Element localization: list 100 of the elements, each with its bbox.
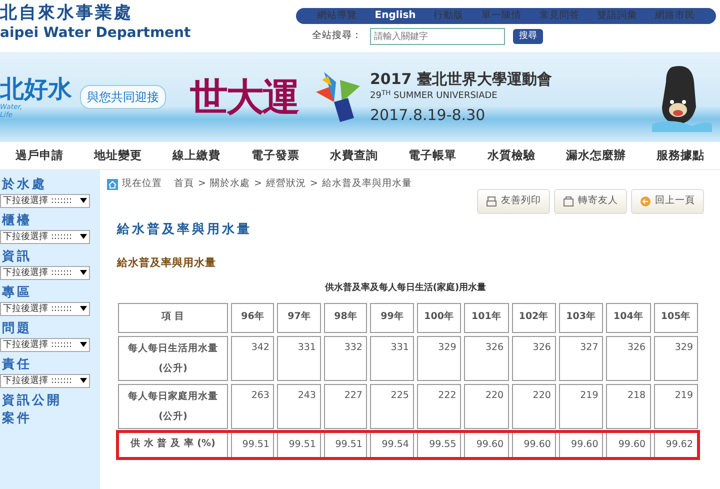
column-header: 99年 [370, 302, 414, 332]
sidebar-heading[interactable]: 責任 [2, 356, 100, 372]
table-cell: 331 [277, 336, 321, 380]
table-cell: 243 [277, 384, 321, 428]
row-label: 每人每日生活用水量 (公升) [118, 336, 228, 380]
table-cell: 99.55 [416, 432, 462, 458]
table-cell: 99.60 [606, 432, 651, 458]
sidebar-heading[interactable]: 案件 [2, 410, 100, 426]
print-button[interactable]: 友善列印 [477, 189, 550, 214]
universiade-logo-icon [314, 72, 362, 122]
event-title: 2017 臺北世界大學運動會 [370, 68, 552, 90]
event-name: 世大運 [190, 74, 298, 120]
nav-link[interactable]: 地址變更 [94, 146, 142, 164]
column-header: 98年 [324, 302, 368, 332]
column-header: 102年 [512, 302, 556, 332]
sidebar-heading[interactable]: 資訊 [2, 248, 100, 264]
column-header: 96年 [231, 302, 274, 332]
back-button[interactable]: 回上一頁 [631, 189, 704, 214]
event-subtitle: 29$^{TH}$ SUMMER UNIVERSIADE [370, 90, 498, 104]
table-cell: 332 [324, 336, 368, 380]
breadcrumb-separator: > [254, 177, 262, 191]
dropdown-select[interactable]: 下拉後選擇 ::::::: [0, 266, 90, 280]
sidebar-heading[interactable]: 問題 [2, 320, 100, 336]
printer-icon [486, 196, 497, 207]
dropdown-select[interactable]: 下拉後選擇 ::::::: [0, 302, 90, 316]
table-cell: 99.51 [277, 432, 321, 458]
column-header: 100年 [416, 302, 462, 332]
breadcrumb-separator: > [198, 177, 206, 191]
sidebar-heading[interactable]: 資訊公開 [2, 392, 100, 408]
column-header: 105年 [654, 302, 698, 332]
sidebar-heading[interactable]: 櫃檯 [2, 212, 100, 228]
table-cell: 99.60 [464, 432, 509, 458]
table-cell: 99.60 [512, 432, 556, 458]
breadcrumb-label: 現在位置 [122, 177, 162, 191]
back-icon [640, 196, 651, 207]
forward-button[interactable]: 轉寄友人 [554, 189, 627, 214]
table-cell: 219 [558, 384, 604, 428]
caret-icon [80, 195, 87, 205]
site-subtitle: aipei Water Department [0, 24, 191, 43]
table-cell: 99.51 [324, 432, 368, 458]
site-title: 北自來水事業處 [0, 2, 134, 23]
home-icon [107, 178, 118, 190]
breadcrumb-link[interactable]: 首頁 [174, 177, 194, 192]
dropdown-select[interactable]: 下拉後選擇 ::::::: [0, 338, 90, 352]
caret-icon [80, 339, 87, 349]
column-header: 項 目 [118, 302, 228, 332]
nav-link[interactable]: 漏水怎麼辦 [566, 146, 626, 164]
table-cell: 342 [231, 336, 274, 380]
table-cell: 331 [370, 336, 414, 380]
column-header: 97年 [277, 302, 321, 332]
nav-link[interactable]: 電子發票 [251, 146, 300, 164]
dropdown-select[interactable]: 下拉後選擇 ::::::: [0, 374, 90, 388]
dropdown-select[interactable]: 下拉後選擇 ::::::: [0, 230, 90, 244]
table-cell: 225 [370, 384, 414, 428]
nav-link[interactable]: 水費查詢 [330, 146, 378, 164]
nav-link[interactable]: 線上繳費 [172, 146, 221, 164]
nav-link[interactable]: 水質檢驗 [487, 146, 536, 164]
dropdown-select[interactable]: 下拉後選擇 ::::::: [0, 194, 90, 208]
nav-link[interactable]: 服務據點 [656, 146, 705, 164]
event-dates: 2017.8.19-8.30 [370, 104, 486, 126]
table-cell: 218 [606, 384, 651, 428]
column-header: 103年 [558, 302, 604, 332]
sidebar-heading[interactable]: 於水處 [2, 176, 100, 192]
table-cell: 99.60 [558, 432, 604, 458]
table-cell: 99.54 [370, 432, 414, 458]
sidebar-heading[interactable]: 專區 [2, 284, 100, 300]
row-label: 每人每日家庭用水量 (公升) [118, 384, 228, 428]
nav-link[interactable]: 過戶申請 [15, 146, 64, 164]
breadcrumb-link[interactable]: 經營狀況 [266, 177, 306, 192]
search-button[interactable]: 搜尋 [513, 28, 543, 44]
table-cell: 327 [558, 336, 604, 380]
column-header: 101年 [464, 302, 509, 332]
table-cell: 263 [231, 384, 274, 428]
breadcrumb-link[interactable]: 給水普及率與用水量 [322, 177, 412, 192]
table-cell: 329 [654, 336, 698, 380]
search-field[interactable]: 請輸入關鍵字 [370, 28, 505, 45]
table-cell: 326 [606, 336, 651, 380]
table-caption: 供水普及率及每人每日生活(家庭)用水量 [324, 282, 488, 295]
caret-icon [80, 267, 87, 277]
caret-icon [80, 231, 87, 241]
column-header: 104年 [606, 302, 651, 332]
search-label: 全站搜尋： [312, 29, 362, 44]
table-cell: 329 [416, 336, 462, 380]
table-cell: 222 [416, 384, 462, 428]
table-cell: 227 [324, 384, 368, 428]
caret-icon [80, 303, 87, 313]
caret-icon [80, 375, 87, 385]
page-title: 給水普及率與用水量 [117, 220, 253, 238]
section-title: 給水普及率與用水量 [117, 256, 217, 272]
breadcrumb-separator: > [310, 177, 318, 191]
table-cell: 326 [464, 336, 509, 380]
table-cell: 99.51 [231, 432, 274, 458]
table-cell: 326 [512, 336, 556, 380]
table-cell: 220 [464, 384, 509, 428]
breadcrumb-link[interactable]: 關於水處 [210, 177, 250, 192]
nav-link[interactable]: 電子帳單 [408, 146, 457, 164]
table-cell: 219 [654, 384, 698, 428]
tagline: 與您共同迎接 [80, 85, 166, 109]
top-nav-link[interactable]: English [374, 8, 416, 24]
table-cell: 220 [512, 384, 556, 428]
